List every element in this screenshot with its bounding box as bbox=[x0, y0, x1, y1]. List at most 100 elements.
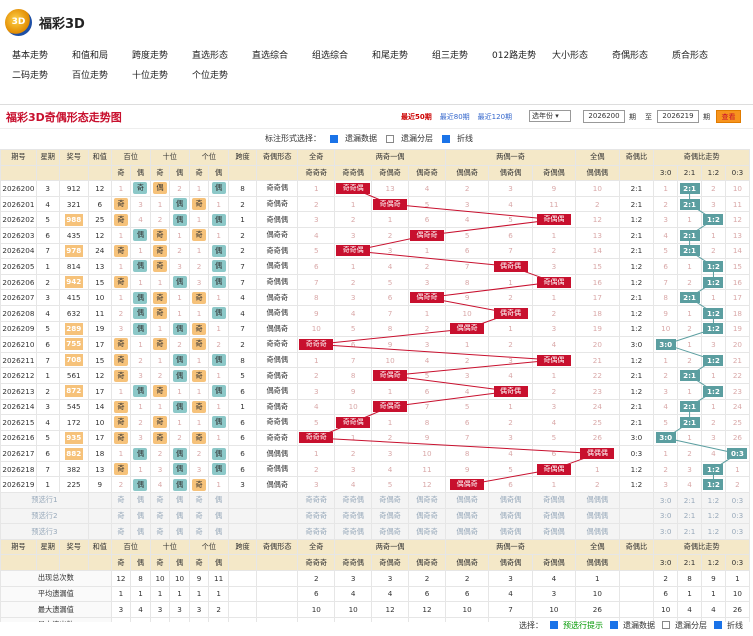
recent-50-link[interactable]: 最近50期 bbox=[401, 112, 432, 122]
year-select[interactable]: 选年份 ▾ bbox=[529, 110, 571, 122]
logo-icon[interactable]: 3D bbox=[5, 8, 32, 36]
pattern-cell: 3 bbox=[334, 226, 373, 244]
sub-blank-b-3 bbox=[87, 554, 112, 572]
form-cell: 奇奇偶 bbox=[256, 414, 299, 431]
pattern-cell-text: 7 bbox=[508, 246, 513, 256]
nav-link-5[interactable]: 组选综合 bbox=[312, 46, 372, 66]
nav-link-11[interactable]: 质合形态 bbox=[672, 46, 732, 66]
nav-link-15[interactable]: 个位走势 bbox=[192, 66, 252, 86]
pattern-cell-text: 8 bbox=[464, 449, 470, 459]
form-cell: 偶奇奇 bbox=[256, 226, 299, 244]
pattern-cell-text: 1 bbox=[350, 199, 356, 209]
footer-missing-layer-checkbox[interactable] bbox=[662, 621, 670, 629]
period-cell: 2026207 bbox=[0, 289, 37, 306]
stats-digit-text: 2 bbox=[216, 605, 221, 615]
ratio-cell: 3:0 bbox=[618, 336, 655, 353]
sum-cell-text: 13 bbox=[95, 261, 105, 271]
pattern-cell-text: 偶奇偶 bbox=[493, 385, 528, 397]
stats-digit-text: 1 bbox=[177, 589, 182, 599]
sum-cell: 12 bbox=[87, 226, 112, 244]
pattern-cell-text: 5 bbox=[551, 433, 557, 443]
digit-t-cell-text: 3 bbox=[177, 261, 182, 271]
digit-t-cell: 偶 bbox=[169, 351, 190, 369]
footer-missing-data-checkbox[interactable] bbox=[610, 621, 618, 629]
pattern-cell-text: 1 bbox=[508, 402, 513, 412]
form-cell-text: 奇偶奇 bbox=[266, 199, 289, 209]
pre-pattern: 偶偶奇 bbox=[444, 492, 490, 509]
digit-g-cell-text: 1 bbox=[216, 293, 221, 303]
sub-a-2: 奇 bbox=[149, 164, 171, 182]
pattern-cell-text: 11 bbox=[549, 199, 559, 209]
pre-ratio: 1:2 bbox=[701, 492, 726, 509]
digit-t-cell-text: 奇 bbox=[153, 244, 168, 257]
recent-120-link[interactable]: 最近120期 bbox=[478, 112, 512, 122]
nav-link-7[interactable]: 组三走势 bbox=[432, 46, 492, 66]
form-cell-text: 奇偶奇 bbox=[266, 401, 289, 411]
digit-g-cell: 1 bbox=[188, 180, 210, 197]
sub-b-15: 2:1 bbox=[677, 554, 703, 572]
polyline-checkbox[interactable] bbox=[442, 134, 450, 143]
pattern-cell: 4 bbox=[371, 258, 410, 275]
number-cell: 882 bbox=[58, 445, 89, 462]
footer-polyline-checkbox[interactable] bbox=[714, 621, 722, 629]
pattern-cell: 5 bbox=[297, 414, 336, 431]
digit-t-cell-text: 奇 bbox=[153, 229, 168, 242]
pre-pattern: 偶偶偶 bbox=[575, 507, 620, 525]
pre-pattern-text: 偶偶奇 bbox=[456, 510, 478, 520]
ratio-trend-cell: 4 bbox=[653, 226, 679, 244]
query-button[interactable]: 查看 bbox=[716, 110, 741, 123]
nav-link-14[interactable]: 十位走势 bbox=[132, 66, 192, 86]
digit-g-cell: 1 bbox=[208, 398, 229, 416]
recent-80-link[interactable]: 最近80期 bbox=[440, 112, 470, 122]
weekday-cell-text: 1 bbox=[45, 480, 50, 490]
nav-link-3[interactable]: 直选形态 bbox=[192, 46, 252, 66]
pattern-cell: 3 bbox=[334, 460, 373, 478]
digit-b-cell-text: 奇 bbox=[113, 354, 128, 367]
digit-t-cell: 奇 bbox=[149, 429, 171, 447]
missing-data-checkbox[interactable] bbox=[330, 134, 338, 143]
table-row: 2026200 3 912 12 1 奇偶 2 1 偶 8 奇奇偶 1 奇奇偶 13 4 2 3 9 10 2:1 1 2… bbox=[0, 180, 751, 197]
pattern-cell-text: 24 bbox=[592, 402, 602, 412]
nav-link-6[interactable]: 和尾走势 bbox=[372, 46, 432, 66]
pattern-cell-text: 4 bbox=[508, 199, 513, 209]
digit-b-cell-text: 偶 bbox=[133, 322, 148, 335]
nav-link-9[interactable]: 大小形态 bbox=[552, 46, 612, 66]
ratio-trend-cell: 20 bbox=[724, 336, 751, 353]
pre-pattern: 奇奇偶 bbox=[334, 523, 373, 540]
digit-t-cell-text: 奇 bbox=[153, 385, 168, 398]
nav-link-13[interactable]: 百位走势 bbox=[72, 66, 132, 86]
nav-link-1[interactable]: 和值和局 bbox=[72, 46, 132, 66]
nav-link-8[interactable]: 012路走势 bbox=[492, 46, 552, 66]
from-period-input[interactable]: 2026200 bbox=[583, 110, 625, 123]
missing-layer-checkbox[interactable] bbox=[386, 134, 394, 143]
stats-ratio: 2 bbox=[653, 570, 679, 587]
to-period-input[interactable]: 2026219 bbox=[657, 110, 699, 123]
sum-cell: 14 bbox=[87, 398, 112, 416]
digit-b-cell-text: 1 bbox=[138, 246, 143, 256]
header-b-11-text: 两偶一奇 bbox=[496, 542, 525, 552]
sub-blank-b-2 bbox=[58, 554, 89, 572]
nav-link-2[interactable]: 跨度走势 bbox=[132, 46, 192, 66]
nav-link-12[interactable]: 二码走势 bbox=[12, 66, 72, 86]
digit-b-cell-text: 偶 bbox=[133, 385, 148, 398]
digit-b-cell: 1 bbox=[110, 289, 132, 306]
pattern-cell: 4 bbox=[444, 211, 490, 228]
preselect-hint-checkbox[interactable] bbox=[550, 621, 558, 629]
digit-t-cell: 偶 bbox=[169, 211, 190, 228]
sum-cell: 24 bbox=[87, 242, 112, 260]
ratio-trend-cell-text: 26 bbox=[732, 433, 743, 443]
sub-a-0-text: 奇 bbox=[117, 167, 125, 177]
pattern-cell-text: 4 bbox=[387, 261, 393, 271]
pattern-cell-text: 10 bbox=[348, 402, 358, 412]
ratio-trend-cell: 2 bbox=[677, 273, 703, 291]
nav-link-10[interactable]: 奇偶形态 bbox=[612, 46, 672, 66]
period-cell-text: 2026200 bbox=[2, 183, 35, 193]
ratio-trend-cell-text: 2:1 bbox=[679, 370, 700, 382]
pre-pattern: 奇偶奇 bbox=[371, 523, 410, 540]
nav-link-4[interactable]: 直选综合 bbox=[252, 46, 312, 66]
pattern-cell: 10 bbox=[444, 304, 490, 322]
nav-link-0[interactable]: 基本走势 bbox=[12, 46, 72, 66]
ratio-cell-text: 2:1 bbox=[630, 293, 643, 303]
pattern-cell: 2 bbox=[371, 226, 410, 244]
header-b-4: 百位 bbox=[110, 538, 151, 556]
